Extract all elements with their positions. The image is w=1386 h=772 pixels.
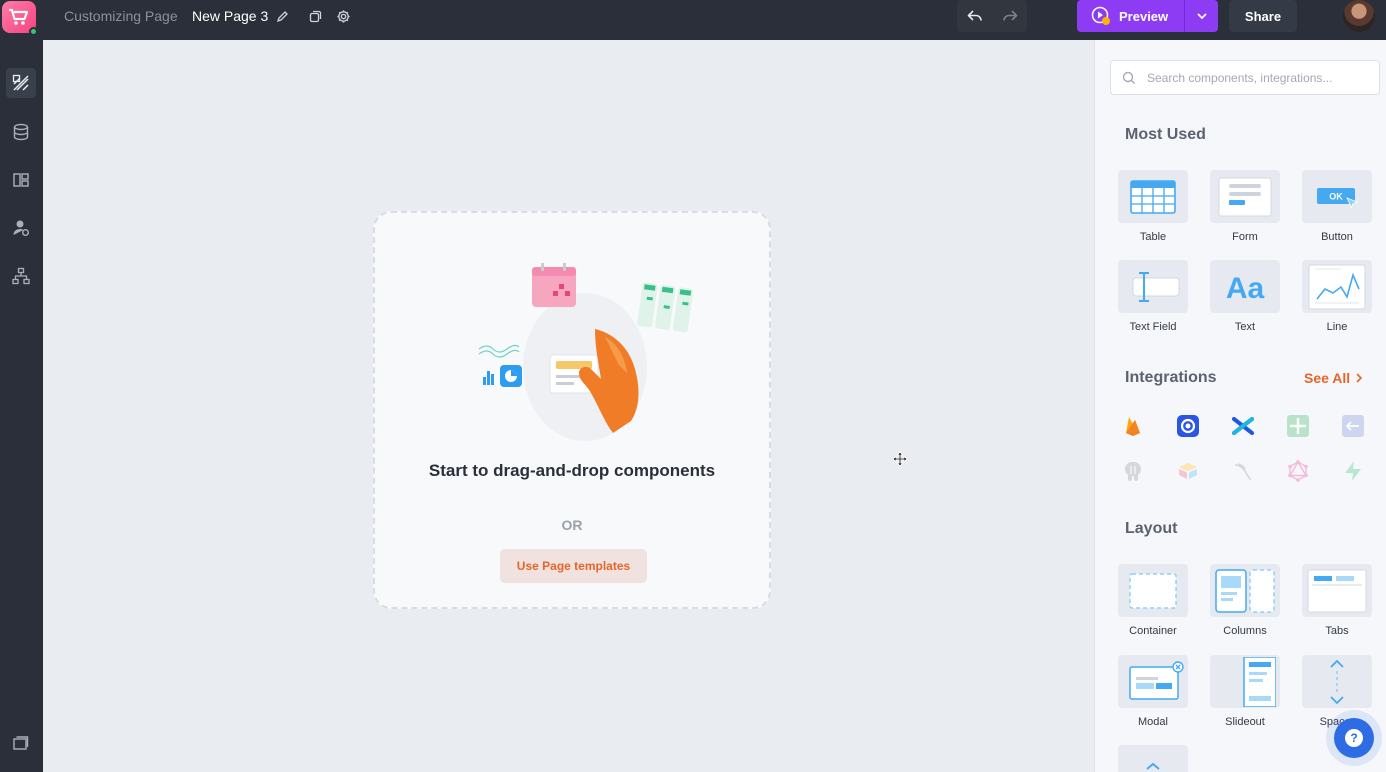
table-icon — [1130, 179, 1176, 214]
chevron-right-icon — [1356, 373, 1363, 383]
most-used-heading: Most Used — [1125, 126, 1206, 143]
integrations-heading: Integrations — [1125, 369, 1217, 386]
graphql-icon[interactable] — [1285, 458, 1311, 484]
component-label: Tabs — [1325, 625, 1349, 637]
dropzone-title: Start to drag-and-drop components — [428, 461, 716, 480]
components-panel: Most Used Table Form OK Button Text Fiel… — [1094, 40, 1386, 772]
tabs-icon — [1307, 569, 1367, 612]
see-all-link[interactable]: See All — [1304, 370, 1363, 386]
component-tabs[interactable]: Tabs — [1302, 564, 1372, 637]
component-label: Text Field — [1129, 321, 1177, 333]
layout-heading: Layout — [1125, 520, 1178, 537]
see-all-label: See All — [1304, 370, 1351, 386]
search-icon — [1122, 71, 1135, 84]
component-label: Button — [1321, 231, 1353, 243]
dropzone-or-text: OR — [561, 517, 583, 533]
airtable-icon[interactable] — [1175, 458, 1201, 484]
preview-play-icon — [1091, 6, 1111, 26]
text-icon: Aa — [1226, 272, 1265, 304]
mysql-icon[interactable] — [1230, 458, 1256, 484]
component-button[interactable]: OK Button — [1302, 170, 1372, 243]
design-tools-icon[interactable] — [6, 68, 36, 98]
component-label: Text — [1234, 321, 1256, 333]
search-input[interactable] — [1147, 70, 1367, 85]
component-label: Table — [1139, 231, 1167, 243]
top-bar: Customizing Page New Page 3 Preview Shar… — [0, 0, 1386, 40]
help-button[interactable]: ? — [1334, 718, 1374, 758]
component-slideout[interactable]: Slideout — [1210, 655, 1280, 728]
line-chart-icon — [1308, 264, 1366, 309]
component-spacer[interactable]: Spacer — [1302, 655, 1372, 728]
use-page-templates-button[interactable]: Use Page templates — [500, 549, 647, 583]
component-label: Form — [1232, 231, 1258, 243]
api-icon[interactable] — [1340, 413, 1366, 439]
sheets-icon[interactable] — [1285, 413, 1311, 439]
settings-gear-icon[interactable] — [334, 7, 352, 25]
form-icon — [1218, 177, 1272, 216]
question-icon: ? — [1345, 729, 1363, 747]
component-label: Line — [1326, 321, 1348, 333]
component-line[interactable]: Line — [1302, 260, 1372, 333]
component-form[interactable]: Form — [1210, 170, 1280, 243]
component-label: Modal — [1138, 716, 1168, 728]
xano-icon[interactable] — [1230, 413, 1256, 439]
svg-text:OK: OK — [1329, 191, 1343, 201]
obsidian-icon[interactable] — [1175, 413, 1201, 439]
modal-icon — [1129, 660, 1184, 700]
supabase-icon[interactable] — [1340, 458, 1366, 484]
page-canvas[interactable]: Start to drag-and-drop components OR Use… — [43, 40, 1094, 772]
share-button[interactable]: Share — [1229, 0, 1297, 32]
component-columns[interactable]: Columns — [1210, 564, 1280, 637]
component-label: Columns — [1223, 625, 1267, 637]
component-label: Slideout — [1225, 716, 1265, 728]
undo-icon[interactable] — [957, 0, 992, 32]
preview-label: Preview — [1119, 8, 1169, 24]
undo-redo-group — [957, 0, 1027, 32]
status-dot — [29, 27, 38, 36]
edit-pencil-icon[interactable] — [273, 7, 291, 25]
redo-icon[interactable] — [992, 0, 1027, 32]
component-label: Container — [1129, 625, 1177, 637]
users-icon[interactable] — [6, 213, 36, 243]
empty-dropzone[interactable]: Start to drag-and-drop components OR Use… — [373, 211, 771, 609]
cart-icon — [9, 8, 29, 25]
left-sidebar — [0, 40, 43, 772]
chevron-up-icon — [1146, 762, 1160, 770]
stacked-windows-icon[interactable] — [6, 728, 36, 758]
text-field-icon — [1132, 271, 1180, 302]
move-cursor-icon — [892, 451, 908, 467]
spacer-icon — [1330, 659, 1344, 704]
sitemap-icon[interactable] — [6, 261, 36, 291]
database-icon[interactable] — [6, 117, 36, 147]
duplicate-icon[interactable] — [306, 7, 324, 25]
page-title[interactable]: New Page 3 — [192, 8, 268, 24]
component-search[interactable] — [1110, 60, 1380, 95]
postgres-icon[interactable] — [1120, 458, 1146, 484]
app-logo[interactable] — [0, 0, 38, 36]
component-collapse[interactable] — [1118, 745, 1188, 772]
button-icon: OK — [1317, 187, 1359, 209]
component-text-field[interactable]: Text Field — [1118, 260, 1188, 333]
breadcrumb[interactable]: Customizing Page — [64, 8, 178, 24]
columns-icon — [1215, 568, 1275, 613]
preview-dropdown[interactable] — [1184, 0, 1218, 32]
user-avatar[interactable] — [1343, 0, 1375, 32]
component-text[interactable]: Aa Text — [1210, 260, 1280, 333]
firebase-icon[interactable] — [1120, 413, 1146, 439]
preview-button[interactable]: Preview — [1077, 0, 1184, 32]
container-icon — [1129, 572, 1177, 609]
chevron-down-icon — [1196, 12, 1207, 19]
drag-drop-illustration-icon — [478, 263, 694, 441]
component-container[interactable]: Container — [1118, 564, 1188, 637]
layout-pages-icon[interactable] — [6, 165, 36, 195]
component-table[interactable]: Table — [1118, 170, 1188, 243]
slideout-icon — [1243, 656, 1276, 707]
svg-text:Aa: Aa — [1226, 272, 1265, 304]
component-modal[interactable]: Modal — [1118, 655, 1188, 728]
